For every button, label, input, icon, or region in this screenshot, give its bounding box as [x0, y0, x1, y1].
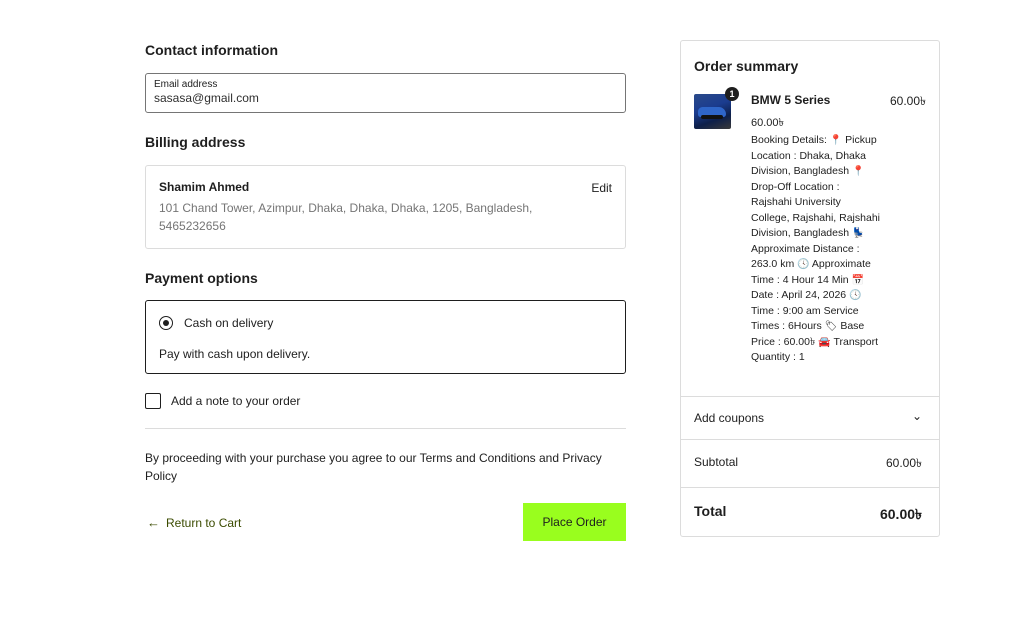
- add-note-checkbox[interactable]: [145, 393, 161, 409]
- edit-billing-button[interactable]: Edit: [591, 181, 612, 195]
- map-pin-icon: 📍: [851, 166, 865, 177]
- place-order-button[interactable]: Place Order: [523, 503, 626, 541]
- subtotal-value: 60.00৳: [885, 456, 922, 470]
- item-name: BMW 5 Series: [751, 93, 831, 107]
- chevron-down-icon[interactable]: ⌄: [912, 409, 922, 423]
- order-summary-title: Order summary: [694, 58, 799, 74]
- billing-address-card: Shamim Ahmed Edit 101 Chand Tower, Azimp…: [145, 165, 626, 249]
- map-pin-icon: 📍: [829, 135, 843, 146]
- payment-options-title: Payment options: [145, 270, 258, 286]
- email-field-value[interactable]: sasasa@gmail.com: [154, 91, 617, 106]
- divider: [145, 428, 626, 429]
- return-to-cart-label[interactable]: Return to Cart: [166, 516, 241, 530]
- cash-on-delivery-label[interactable]: Cash on delivery: [184, 316, 273, 330]
- item-line-total: 60.00৳: [889, 94, 926, 108]
- item-booking-details: Booking Details: 📍 Pickup Location : Dha…: [751, 133, 881, 366]
- total-value: 60.00৳: [879, 506, 922, 522]
- add-note-label[interactable]: Add a note to your order: [171, 394, 300, 408]
- car-icon: 🚘: [818, 336, 831, 348]
- contact-information-title: Contact information: [145, 42, 278, 58]
- billing-address-text: 101 Chand Tower, Azimpur, Dhaka, Dhaka, …: [159, 201, 533, 233]
- add-coupons-toggle[interactable]: Add coupons: [694, 411, 764, 425]
- booking-time: Time : 9:00 am: [751, 304, 821, 317]
- add-note-row[interactable]: Add a note to your order: [145, 393, 445, 410]
- seat-icon: 💺: [851, 228, 865, 239]
- divider: [681, 439, 939, 440]
- cash-on-delivery-description: Pay with cash upon delivery.: [159, 347, 311, 361]
- email-field-label: Email address: [154, 79, 218, 90]
- tag-icon: 🏷: [824, 321, 838, 332]
- total-label: Total: [694, 503, 727, 519]
- billing-name: Shamim Ahmed: [159, 180, 250, 194]
- billing-address-title: Billing address: [145, 134, 246, 150]
- order-summary: Order summary 1 BMW 5 Series 60.00৳ 60.0…: [680, 40, 940, 537]
- return-to-cart-link[interactable]: ← Return to Cart: [147, 515, 241, 530]
- booking-date: Date : April 24, 2026: [751, 289, 847, 301]
- arrow-left-icon: ←: [147, 515, 160, 530]
- booking-details-label: Booking Details:: [751, 134, 827, 146]
- divider: [681, 396, 939, 397]
- calendar-icon: 📅: [851, 274, 865, 286]
- payment-option-cash[interactable]: Cash on delivery Pay with cash upon deli…: [145, 300, 626, 374]
- terms-text: By proceeding with your purchase you agr…: [145, 451, 602, 483]
- email-field[interactable]: Email address sasasa@gmail.com: [145, 73, 626, 113]
- cash-on-delivery-radio[interactable]: [159, 316, 173, 330]
- clock-icon: 🕓: [797, 259, 810, 270]
- item-price: 60.00৳: [751, 117, 785, 129]
- product-thumbnail: [694, 94, 731, 129]
- clock-icon: 🕓: [849, 290, 862, 301]
- quantity-badge: 1: [725, 87, 739, 101]
- divider: [681, 487, 939, 488]
- subtotal-label: Subtotal: [694, 455, 739, 469]
